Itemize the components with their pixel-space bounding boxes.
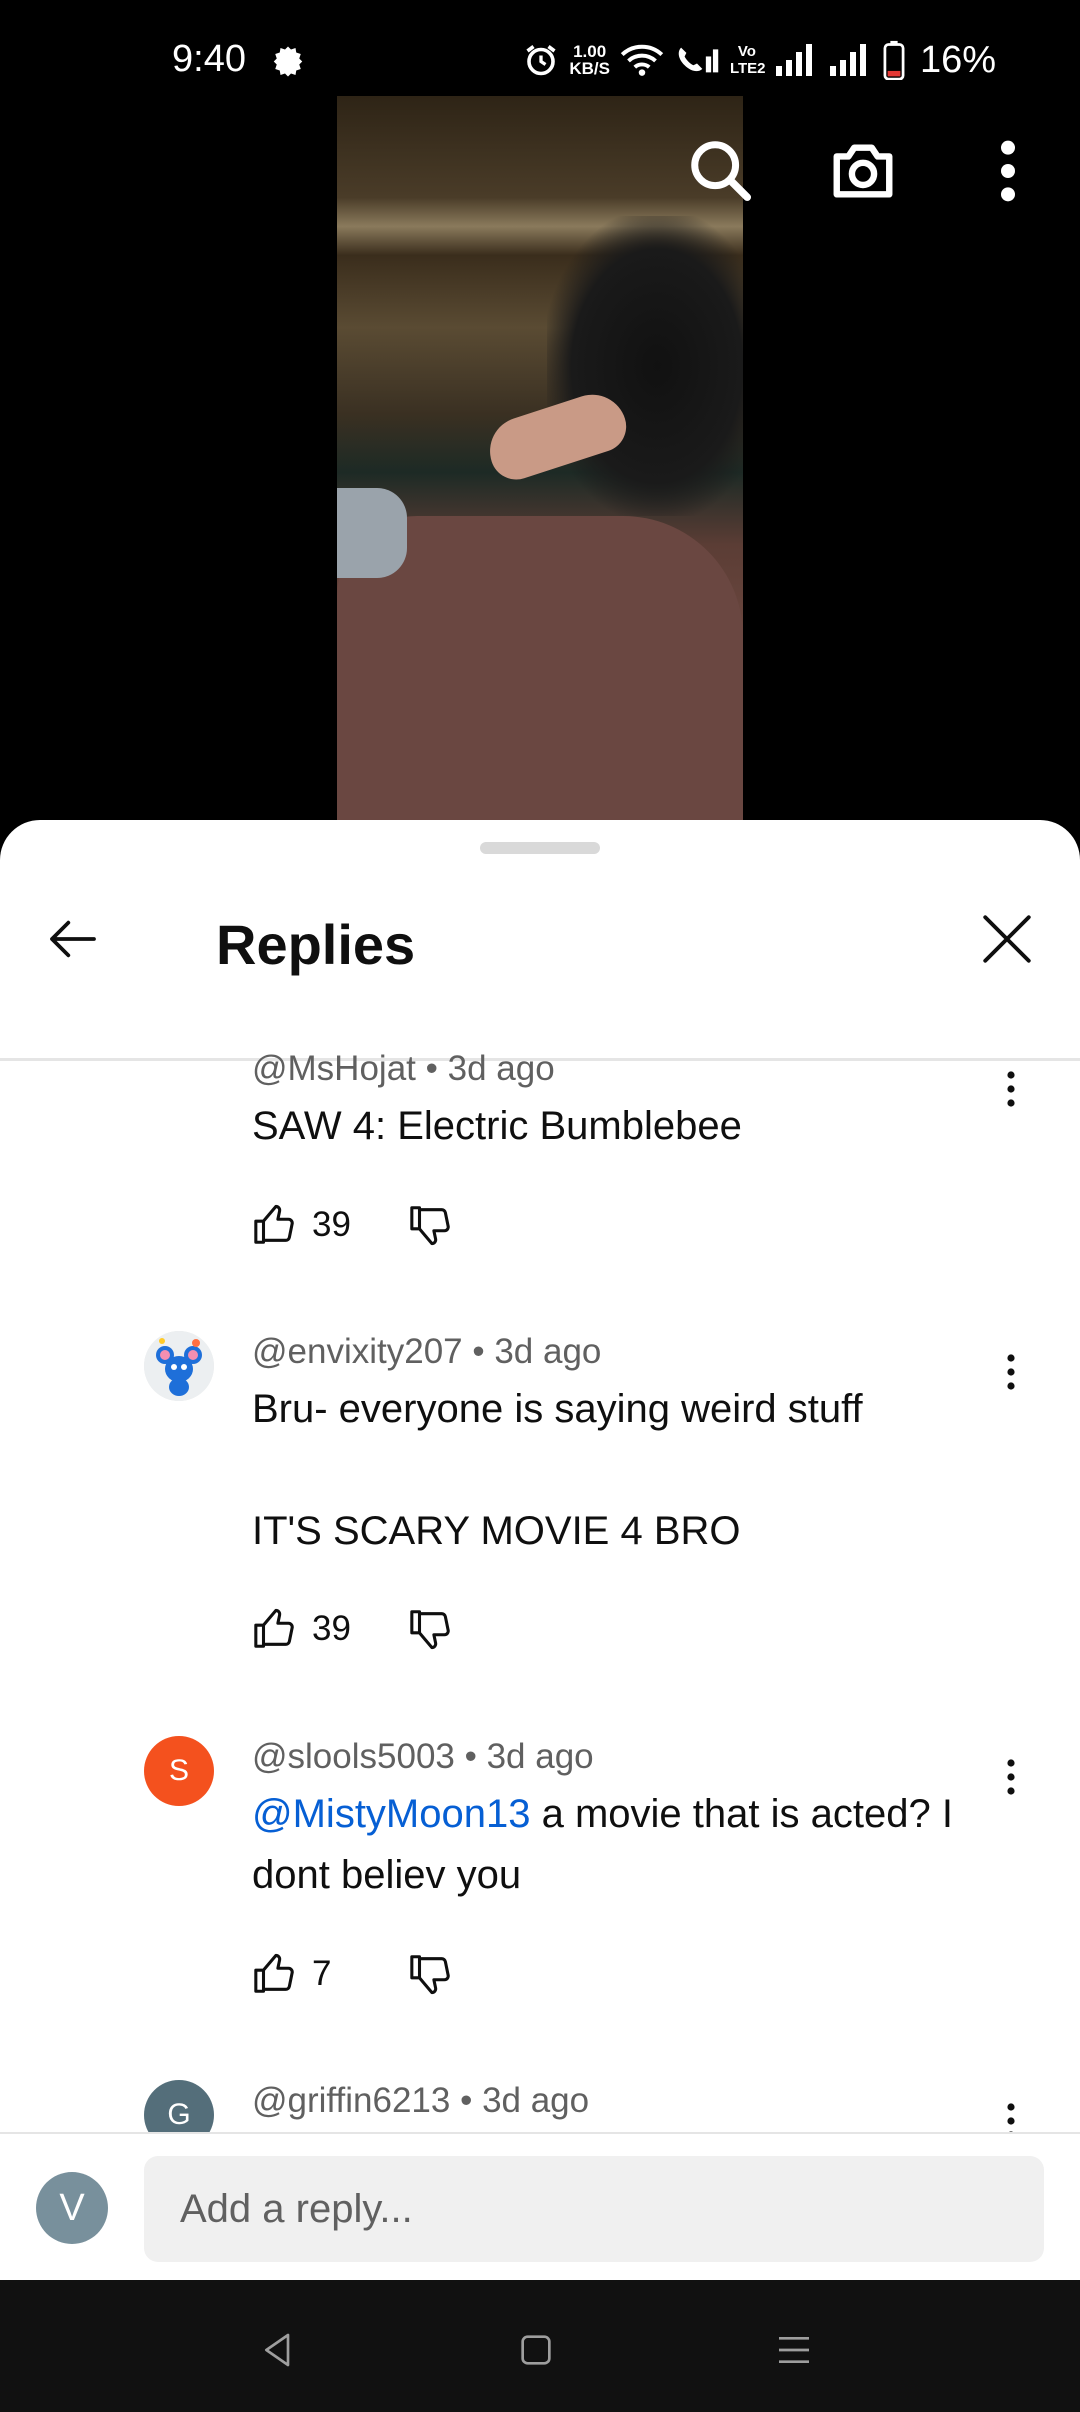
comment-time: 3d ago (494, 1332, 602, 1371)
more-vert-icon[interactable] (990, 136, 1026, 211)
nav-recents-icon (779, 2337, 809, 2363)
comment-time: 3d ago (482, 2081, 590, 2120)
thumb-down-icon (410, 1955, 450, 1995)
nav-home-icon (521, 2335, 551, 2365)
comment-text: SAW 4: Electric Bumblebee (252, 1104, 742, 1148)
more-vert-icon (1007, 1354, 1015, 1390)
comment-meta: @griffin6213 • 3d ago (252, 2081, 589, 2121)
comment-more-button[interactable] (996, 1747, 1026, 1807)
like-button[interactable]: 7 (252, 1951, 382, 1997)
status-bar: 9:40 1.00 KB/S Vo LTE2 16% (0, 0, 1080, 96)
status-icons: 1.00 KB/S Vo LTE2 16% (523, 36, 996, 84)
comment-author[interactable]: @envixity207 (252, 1332, 463, 1371)
battery-percent: 16% (919, 38, 996, 81)
mouse-avatar-icon (144, 1331, 214, 1401)
avatar[interactable] (144, 1331, 214, 1401)
like-count: 7 (312, 1954, 332, 1993)
comment-more-button[interactable] (996, 1342, 1026, 1402)
volte-label: Vo LTE2 (729, 43, 766, 77)
back-button[interactable] (38, 904, 108, 974)
like-button[interactable]: 39 (252, 1202, 382, 1248)
mention-link[interactable]: @MistyMoon13 (252, 1792, 530, 1836)
comments-list[interactable]: @MsHojat • 3d ago SAW 4: Electric Bumble… (0, 1001, 1080, 2280)
comment-actions: 39 (252, 1599, 454, 1659)
like-button[interactable]: 39 (252, 1606, 382, 1652)
comment-actions: 39 (252, 1195, 454, 1255)
comment-meta: @envixity207 • 3d ago (252, 1332, 601, 1372)
like-count: 39 (312, 1205, 351, 1244)
video-top-controls (0, 136, 1080, 216)
dislike-button[interactable] (408, 1202, 454, 1248)
nav-home-button[interactable] (506, 2320, 566, 2380)
comment-text: @MistyMoon13 a movie that is acted? I do… (252, 1784, 992, 1906)
meta-separator: • (450, 2081, 483, 2120)
signal-1-icon (775, 44, 812, 76)
drag-handle[interactable] (480, 842, 600, 854)
nav-recents-button[interactable] (764, 2320, 824, 2380)
dislike-button[interactable] (408, 1951, 454, 1997)
sheet-header: Replies (0, 880, 1080, 1061)
more-vert-icon (1007, 1071, 1015, 1107)
close-button[interactable] (972, 904, 1042, 974)
net-speed: 1.00 KB/S (569, 43, 610, 77)
comment-more-button[interactable] (996, 1059, 1026, 1119)
thumb-down-icon (410, 1610, 450, 1650)
comment-meta: @slools5003 • 3d ago (252, 1737, 594, 1777)
comment-time: 3d ago (486, 1737, 594, 1776)
comment-actions: 7 (252, 1944, 454, 2004)
comment-author[interactable]: @slools5003 (252, 1737, 455, 1776)
meta-separator: • (462, 1332, 495, 1371)
comment-author[interactable]: @griffin6213 (252, 2081, 450, 2120)
system-nav-bar (0, 2280, 1080, 2412)
wifi-call-icon (678, 47, 719, 73)
battery-icon (883, 40, 905, 80)
search-icon[interactable] (686, 136, 756, 211)
status-time: 9:40 (172, 38, 246, 80)
thumb-up-icon (254, 1204, 294, 1244)
meta-separator: • (454, 1737, 487, 1776)
nav-back-icon (265, 2333, 290, 2367)
thumb-up-icon (254, 1608, 294, 1648)
sheet-title: Replies (216, 913, 416, 976)
app-notification-icon (273, 46, 303, 77)
reply-input[interactable] (144, 2156, 1044, 2262)
comment-time: 3d ago (447, 1049, 555, 1088)
dislike-button[interactable] (408, 1606, 454, 1652)
like-count: 39 (312, 1609, 351, 1648)
reply-bar: V (0, 2132, 1080, 2280)
arrow-left-icon (50, 920, 96, 958)
signal-2-icon (829, 44, 866, 76)
meta-separator: • (415, 1049, 448, 1088)
thumb-down-icon (410, 1206, 450, 1246)
video-player[interactable] (0, 96, 1080, 820)
nav-back-button[interactable] (248, 2320, 308, 2380)
user-avatar[interactable]: V (36, 2172, 108, 2244)
camera-icon[interactable] (828, 136, 898, 211)
avatar[interactable]: S (144, 1736, 214, 1806)
comment-text: Bru- everyone is saying weird stuff IT'S… (252, 1387, 863, 1553)
replies-sheet: Replies @MsHojat • 3d ago SAW 4: Electri… (0, 820, 1080, 2280)
wifi-icon (620, 44, 664, 76)
more-vert-icon (1007, 1759, 1015, 1795)
net-speed-unit: KB/S (569, 59, 610, 78)
comment-meta: @MsHojat • 3d ago (252, 1049, 555, 1089)
comment-author[interactable]: @MsHojat (252, 1049, 416, 1088)
thumb-up-icon (254, 1953, 294, 1993)
alarm-icon (526, 45, 556, 76)
close-icon (983, 915, 1031, 963)
net-speed-value: 1.00 (573, 42, 607, 61)
